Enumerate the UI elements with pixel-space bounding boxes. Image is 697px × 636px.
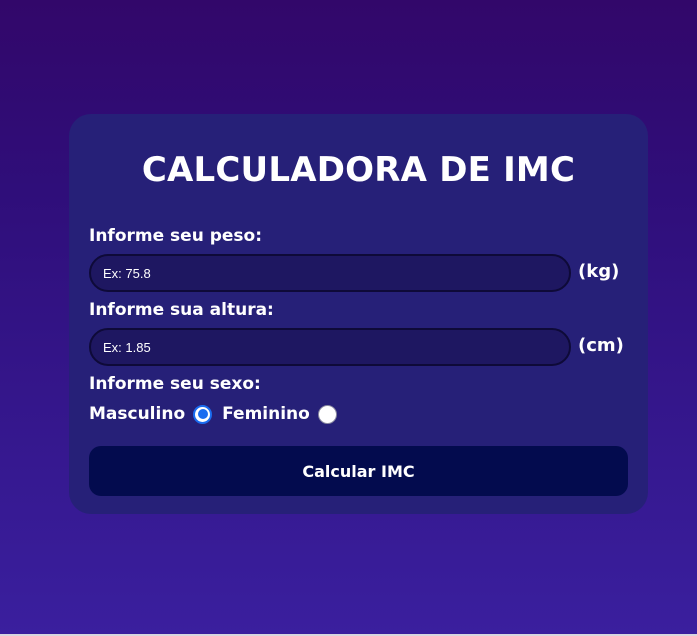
page-title: CALCULADORA DE IMC — [141, 150, 576, 190]
height-label: Informe sua altura: — [89, 300, 274, 320]
weight-input[interactable] — [89, 254, 571, 292]
height-input[interactable] — [89, 328, 571, 366]
height-unit-label: (cm) — [578, 335, 624, 356]
sex-options: Masculino Feminino — [89, 402, 347, 426]
imc-calculator-card: CALCULADORA DE IMC Informe seu peso: (kg… — [69, 114, 648, 514]
male-radio[interactable] — [193, 404, 213, 424]
calculate-imc-button[interactable]: Calcular IMC — [89, 446, 628, 496]
male-option-label[interactable]: Masculino — [89, 404, 185, 424]
weight-unit-label: (kg) — [578, 261, 620, 282]
female-option-label[interactable]: Feminino — [222, 404, 310, 424]
female-radio[interactable] — [317, 404, 337, 424]
sex-label: Informe seu sexo: — [89, 374, 261, 394]
weight-label: Informe seu peso: — [89, 226, 263, 246]
